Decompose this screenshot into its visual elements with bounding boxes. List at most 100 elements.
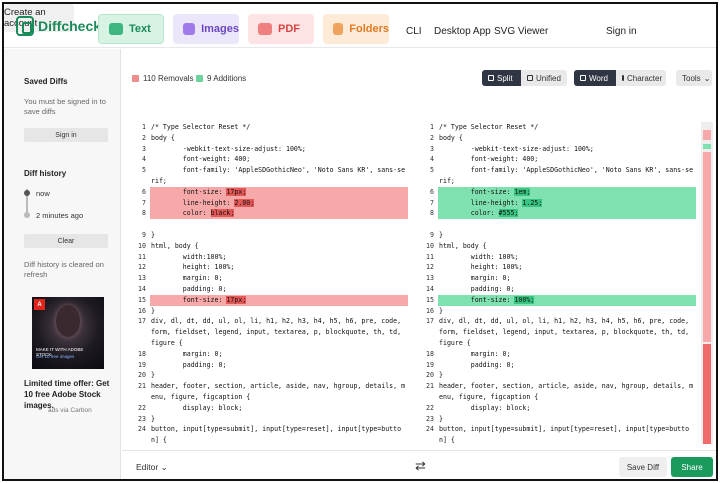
line-number: 10 [138,241,146,250]
code-line: 5 font-family: 'AppleSDGothicNeo', 'Noto… [422,165,698,176]
line-code: -webkit-text-size-adjust: 100%; [150,144,408,155]
added-line: 6 font-size: 1em; [422,186,698,198]
tools-dropdown[interactable]: Tools ⌄ [676,70,712,86]
line-code: width:100%; [150,252,408,263]
split-label: Split [497,73,513,83]
split-view-button[interactable]: Split [482,70,521,86]
sidebar-sign-in-button[interactable]: Sign in [24,128,108,142]
code-text: font-weight: 400; [439,155,539,164]
word-label: Word [589,73,608,83]
code-text: color: [151,209,211,218]
code-line: 4 font-weight: 400; [134,154,410,165]
line-code: padding: 0; [438,284,696,295]
added-token: 1.25; [522,198,543,207]
history-dot-icon [24,212,30,218]
line-code: padding: 0; [438,360,696,371]
code-text: height: 100%; [151,263,235,272]
code-text: -webkit-text-size-adjust: 100%; [151,144,306,153]
line-code: font-weight: 400; [150,154,408,165]
line-number: 16 [138,306,146,315]
code-line: 18 margin: 0; [422,349,698,360]
line-code: height: 100%; [150,262,408,273]
code-text: font-size: [439,187,515,196]
history-item-now[interactable]: now [36,189,50,198]
line-code: display: block; [150,403,408,414]
nav-link-desktop-app[interactable]: Desktop App [434,26,491,37]
code-text: line-height: [151,198,235,207]
diffchecker-logo-icon [16,16,34,36]
line-code: } [438,306,696,317]
line-code: color: #555; [438,208,696,220]
minimap-addition-marker [703,144,711,149]
code-line: form, fieldset, legend, input, textarea,… [422,327,698,338]
ad-image[interactable]: A MAKE IT WITH ADOBE STOCK. Get 10 free … [32,297,104,369]
line-number: 22 [426,403,434,412]
image-icon [183,23,196,35]
changed-text-pane[interactable]: 1 /* Type Selector Reset */ 2 body {3 -webk… [422,122,698,444]
line-number: 7 [430,198,434,207]
code-line: 12 height: 100%; [134,262,410,273]
original-text-pane[interactable]: 1 /* Type Selector Reset */ 2 body {3 -webk… [134,122,410,444]
diff-minimap-scrollbar[interactable] [701,122,713,444]
additions-count: 9 Additions [196,74,246,83]
editor-dropdown[interactable]: Editor ⌄ [136,462,168,473]
text-icon [109,23,123,35]
code-line: 16} [422,306,698,317]
code-text: } [151,414,155,423]
history-item-2-minutes-ago[interactable]: 2 minutes ago [36,211,83,220]
removed-line: 6 font-size: 17px; [134,186,410,198]
tab-text[interactable]: Text [98,14,164,44]
code-line: 19 padding: 0; [134,360,410,371]
tab-folders[interactable]: Folders [323,14,389,44]
removed-token: 2.00; [234,198,255,207]
code-line: 3 -webkit-text-size-adjust: 100%; [422,144,698,155]
ad-image-cta: Get 10 free images [36,354,75,359]
top-navigation: Diffchecker Text Images PDF Folders CLI … [4,4,716,48]
line-code: html, body { [150,241,408,252]
tab-pdf[interactable]: PDF [248,14,314,44]
line-number: 6 [430,187,434,196]
line-number: 4 [142,155,146,164]
share-button[interactable]: Share [671,457,713,477]
line-code: } [150,230,408,241]
swap-sides-icon[interactable]: ⇄ [415,458,426,474]
nav-link-svg-viewer[interactable]: SVG Viewer [494,26,548,37]
tab-text-label: Text [129,23,151,35]
line-number: 8 [430,209,434,218]
code-text: div, dl, dt, dd, ul, ol, li, h1, h2, h3,… [439,317,690,326]
editor-label: Editor [136,462,159,472]
code-line: 10 html, body { [134,241,410,252]
code-text: font-family: 'AppleSDGothicNeo', 'Noto S… [151,166,406,175]
nav-link-cli[interactable]: CLI [406,26,422,37]
saved-diffs-note: You must be signed in to save diffs [24,97,106,116]
line-code: font-weight: 400; [438,154,696,165]
line-code: margin: 0; [150,349,408,360]
line-code: figure { [438,338,696,349]
tab-images[interactable]: Images [173,14,239,44]
code-line: 1 /* Type Selector Reset */ [422,122,698,133]
line-number: 17 [426,317,434,326]
added-line: 7 line-height: 1.25; [422,197,698,209]
code-line: 3 -webkit-text-size-adjust: 100%; [134,144,410,155]
nav-sign-in-link[interactable]: Sign in [606,26,637,37]
code-line: n] { [422,435,698,444]
line-code: div, dl, dt, dd, ul, ol, li, h1, h2, h3,… [150,316,408,327]
ads-via-carbon-link[interactable]: ads via Carbon [48,407,92,414]
additions-label: 9 Additions [207,74,247,83]
word-diff-button[interactable]: Word [574,70,616,86]
character-diff-button[interactable]: Character [616,70,666,86]
save-diff-button[interactable]: Save Diff [619,457,667,477]
code-text: } [439,230,443,239]
minimap-removal-marker [703,130,711,140]
line-number: 4 [430,155,434,164]
line-code: font-size: 100%; [438,294,696,306]
tab-images-label: Images [201,23,239,35]
unified-view-button[interactable]: Unified [521,70,567,86]
code-text: div, dl, dt, dd, ul, ol, li, h1, h2, h3,… [151,317,402,326]
line-number: 6 [142,187,146,196]
share-label: Share [681,462,703,472]
clear-history-button[interactable]: Clear [24,234,108,248]
tab-folders-label: Folders [349,23,389,35]
code-line: 13 margin: 0; [134,273,410,284]
code-text: margin: 0; [439,349,511,358]
